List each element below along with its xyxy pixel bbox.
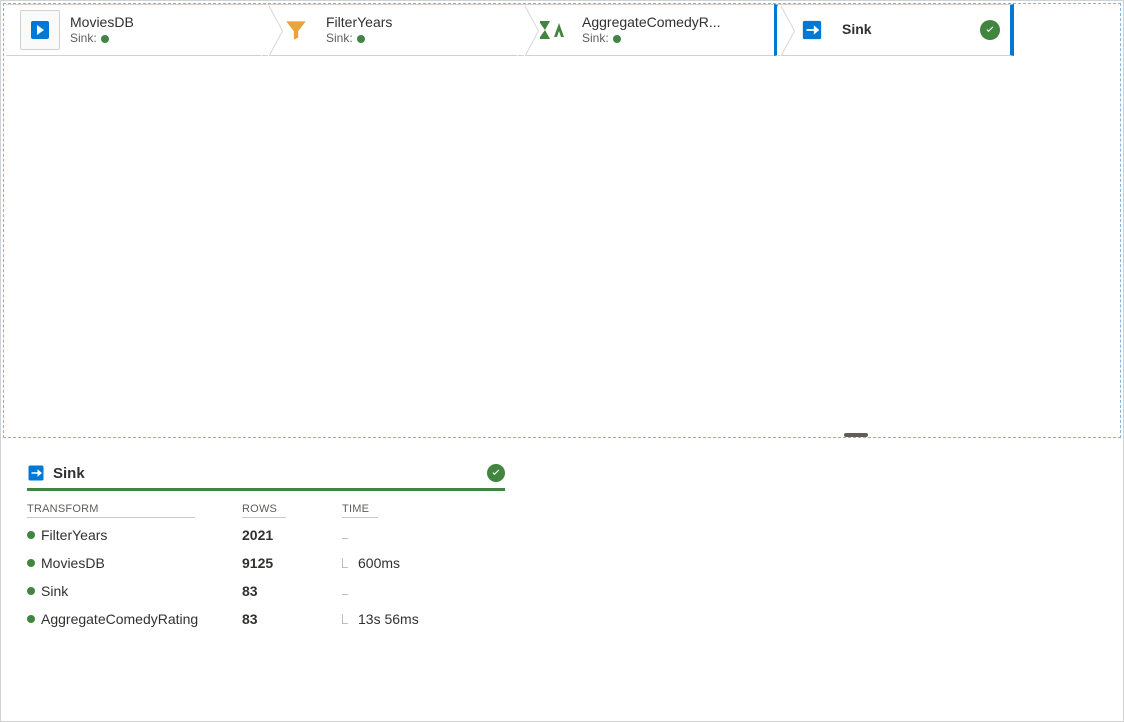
cell-transform: Sink [41, 583, 68, 599]
flow-node-sub: Sink: [70, 31, 134, 46]
cell-transform: AggregateComedyRating [41, 611, 198, 627]
cell-rows: 83 [242, 583, 342, 599]
checkmark-icon [980, 20, 1000, 40]
flow-node-title: MoviesDB [70, 14, 134, 32]
table-row[interactable]: AggregateComedyRating 83 13s 56ms [27, 605, 505, 633]
status-dot-ok [101, 35, 109, 43]
table-row[interactable]: Sink 83 [27, 577, 505, 605]
panel-title: Sink [53, 465, 85, 482]
flow-node-sub: Sink: [582, 31, 721, 46]
flow-node-sub: Sink: [326, 31, 392, 46]
cell-rows: 9125 [242, 555, 342, 571]
cell-transform: FilterYears [41, 527, 107, 543]
flow-node-filteryears[interactable]: FilterYears Sink: [262, 4, 524, 56]
flow-node-sink[interactable]: Sink [774, 4, 1014, 56]
status-dot-ok [27, 587, 35, 595]
flow-node-title: AggregateComedyR... [582, 14, 721, 32]
status-dot-ok [613, 35, 621, 43]
flow-row: MoviesDB Sink: FilterYears Sink: [4, 4, 1120, 56]
flow-node-moviesdb[interactable]: MoviesDB Sink: [6, 4, 268, 56]
sink-icon [792, 10, 832, 50]
col-header-rows: ROWS [242, 503, 286, 518]
flow-node-text: Sink [842, 21, 872, 39]
status-dot-ok [27, 531, 35, 539]
col-header-time: TIME [342, 503, 378, 518]
cell-time: 600ms [358, 555, 400, 571]
table-header: TRANSFORM ROWS TIME [27, 499, 505, 521]
details-panel: Sink TRANSFORM ROWS TIME FilterYears 202… [1, 440, 1123, 721]
status-dot-ok [27, 559, 35, 567]
table-row[interactable]: FilterYears 2021 [27, 521, 505, 549]
flow-node-title: Sink [842, 21, 872, 39]
results-table: TRANSFORM ROWS TIME FilterYears 2021 Mov… [27, 499, 505, 633]
sink-icon [27, 464, 45, 482]
filter-icon [276, 10, 316, 50]
flow-node-text: AggregateComedyR... Sink: [582, 14, 721, 47]
col-header-transform: TRANSFORM [27, 503, 195, 518]
checkmark-icon [487, 464, 505, 482]
time-bracket [342, 555, 352, 571]
panel-resize-handle[interactable] [844, 433, 868, 437]
cell-transform: MoviesDB [41, 555, 105, 571]
app-frame: MoviesDB Sink: FilterYears Sink: [0, 0, 1124, 722]
table-row[interactable]: MoviesDB 9125 600ms [27, 549, 505, 577]
flow-node-text: FilterYears Sink: [326, 14, 392, 47]
source-icon [20, 10, 60, 50]
status-dot-ok [357, 35, 365, 43]
flow-node-text: MoviesDB Sink: [70, 14, 134, 47]
flow-node-aggregate[interactable]: AggregateComedyR... Sink: [518, 4, 780, 56]
flow-canvas[interactable]: MoviesDB Sink: FilterYears Sink: [3, 3, 1121, 438]
cell-rows: 83 [242, 611, 342, 627]
time-bracket [342, 611, 352, 627]
flow-node-title: FilterYears [326, 14, 392, 32]
status-dot-ok [27, 615, 35, 623]
cell-time: 13s 56ms [358, 611, 419, 627]
panel-header: Sink [27, 464, 505, 491]
aggregate-icon [532, 10, 572, 50]
cell-rows: 2021 [242, 527, 342, 543]
